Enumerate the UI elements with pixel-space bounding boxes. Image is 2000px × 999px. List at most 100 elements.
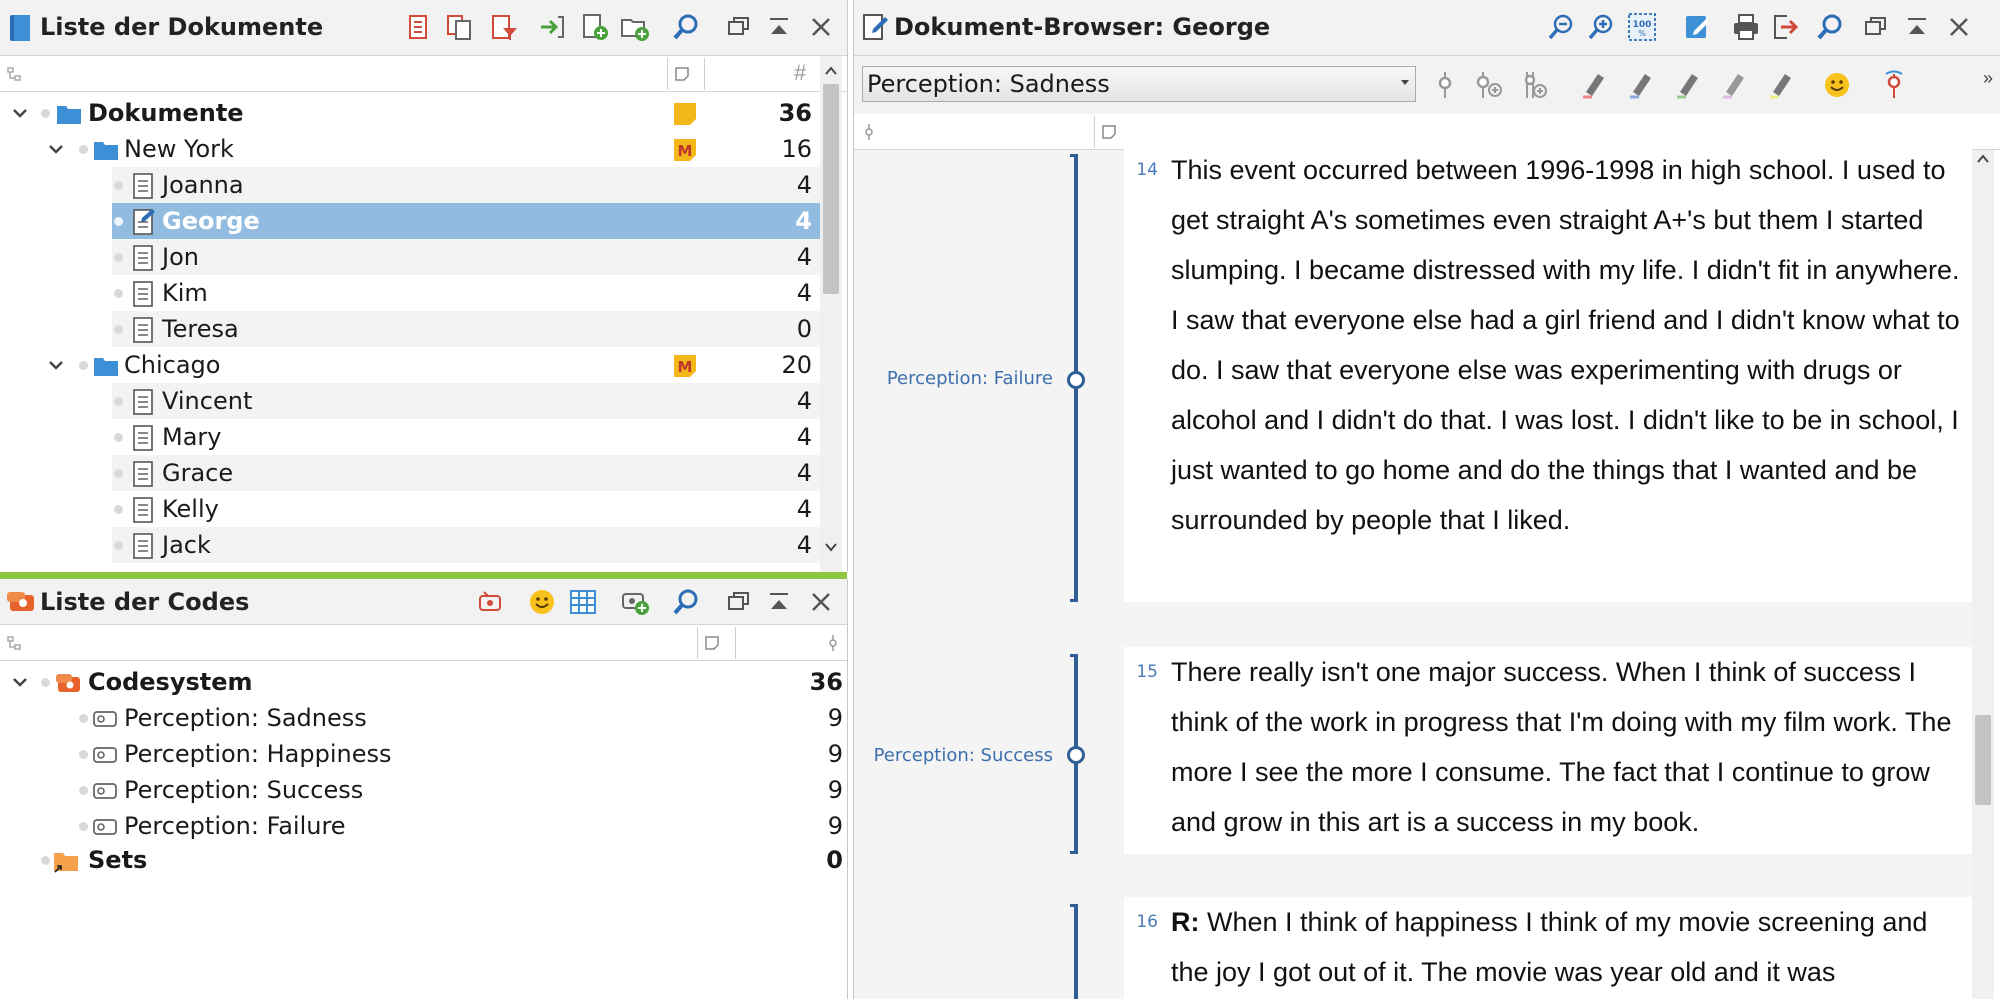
edit-mode-icon[interactable] [1682, 12, 1712, 42]
scroll-thumb[interactable] [823, 84, 839, 294]
tree-count: 4 [796, 243, 812, 271]
paragraph-16[interactable]: R: When I think of happiness I think of … [1124, 897, 1972, 999]
highlighter-magenta-icon[interactable] [1720, 70, 1750, 100]
maximize-icon[interactable] [764, 587, 794, 617]
emoticode-icon[interactable] [527, 587, 557, 617]
code-row[interactable]: Perception: Success 9 [0, 772, 847, 808]
code-icon[interactable] [1430, 70, 1460, 100]
highlighter-red-icon[interactable] [1580, 70, 1610, 100]
paragraph-14[interactable]: This event occurred between 1996-1998 in… [1124, 145, 1972, 602]
count-column-header[interactable]: # [794, 60, 806, 86]
code-row-sets[interactable]: Sets 0 [0, 842, 847, 878]
tree-icon[interactable] [6, 634, 24, 652]
tree-row-document-selected[interactable]: George 4 [112, 203, 820, 239]
memo-column-icon[interactable] [703, 634, 721, 652]
code-stripe-handle[interactable] [1067, 746, 1085, 764]
tree-label: Teresa [162, 315, 239, 343]
new-document-icon[interactable] [580, 12, 610, 42]
import-icon[interactable] [537, 12, 567, 42]
maximize-icon[interactable] [764, 12, 794, 42]
code-label: Codesystem [88, 668, 253, 696]
tree-row-document[interactable]: Grace 4 [112, 455, 820, 491]
close-icon[interactable] [806, 12, 836, 42]
emoticode-icon[interactable] [1822, 70, 1852, 100]
filter-docs-icon[interactable] [489, 12, 519, 42]
undock-icon[interactable] [724, 587, 754, 617]
tree-row-document[interactable]: Vincent 4 [112, 383, 820, 419]
chevron-down-icon[interactable] [46, 139, 66, 159]
in-vivo-code-icon[interactable] [1518, 70, 1548, 100]
code-count: 9 [827, 812, 843, 840]
memo-icon[interactable] [673, 102, 697, 126]
code-row[interactable]: Perception: Sadness 9 [0, 700, 847, 736]
close-icon[interactable] [1944, 12, 1974, 42]
tree-row-chicago[interactable]: Chicago M 20 [0, 347, 820, 383]
scroll-up-icon[interactable] [822, 62, 840, 80]
tree-icon[interactable] [6, 65, 24, 83]
code-stripe-handle[interactable] [1067, 371, 1085, 389]
tree-row-document[interactable]: Jon 4 [112, 239, 820, 275]
new-code-icon[interactable] [620, 587, 650, 617]
chevron-down-icon[interactable] [10, 103, 30, 123]
tree-row-document[interactable]: Mary 4 [112, 419, 820, 455]
undock-icon[interactable] [724, 12, 754, 42]
tree-row-document[interactable]: Teresa 0 [112, 311, 820, 347]
scroll-up-icon[interactable] [1974, 150, 1992, 168]
code-stripe-label[interactable]: Perception: Success [833, 745, 1053, 766]
coded-segments-column-icon[interactable] [824, 634, 842, 652]
remove-code-icon[interactable] [1879, 70, 1909, 100]
highlighter-green-icon[interactable] [1674, 70, 1704, 100]
code-stripe[interactable] [1070, 904, 1078, 999]
export-icon[interactable] [1770, 12, 1800, 42]
add-code-icon[interactable] [1473, 70, 1503, 100]
memo-column-icon[interactable] [1100, 123, 1118, 141]
zoom-in-icon[interactable] [1586, 12, 1616, 42]
tree-row-document[interactable]: Kelly 4 [112, 491, 820, 527]
tree-row-new-york[interactable]: New York M 16 [0, 131, 820, 167]
maximize-icon[interactable] [1902, 12, 1932, 42]
pane-splitter[interactable] [0, 572, 847, 579]
copy-docs-icon[interactable] [444, 12, 474, 42]
code-label: Sets [88, 846, 148, 874]
highlighter-yellow-icon[interactable] [1767, 70, 1797, 100]
tree-count: 4 [796, 387, 812, 415]
search-icon[interactable] [1815, 12, 1845, 42]
paragraph-15[interactable]: There really isn't one major success. Wh… [1124, 647, 1972, 854]
scroll-down-icon[interactable] [822, 538, 840, 556]
code-row-codesystem[interactable]: Codesystem 36 [0, 664, 847, 700]
undock-icon[interactable] [1861, 12, 1891, 42]
new-folder-icon[interactable] [620, 12, 650, 42]
code-matrix-icon[interactable] [568, 587, 598, 617]
toolbar-overflow[interactable]: » [1983, 68, 1993, 89]
code-label: Perception: Sadness [124, 704, 367, 732]
chevron-down-icon[interactable] [46, 355, 66, 375]
search-icon[interactable] [671, 587, 701, 617]
document-browser-scrollbar[interactable] [1972, 150, 1994, 999]
memo-column-icon[interactable] [673, 65, 691, 83]
search-icon[interactable] [671, 12, 701, 42]
tree-row-dokumente[interactable]: Dokumente 36 [0, 95, 820, 131]
highlighter-blue-icon[interactable] [1627, 70, 1657, 100]
tree-row-document[interactable]: Jack 4 [112, 527, 820, 563]
document-list-scrollbar[interactable] [820, 56, 842, 572]
zoom-100-icon[interactable]: 100% [1627, 12, 1657, 42]
code-row[interactable]: Perception: Happiness 9 [0, 736, 847, 772]
code-column-icon[interactable] [860, 123, 878, 141]
code-selector-value: Perception: Sadness [867, 70, 1110, 98]
activate-codes-icon[interactable] [475, 587, 505, 617]
print-icon[interactable] [1731, 12, 1761, 42]
tree-row-document[interactable]: Kim 4 [112, 275, 820, 311]
memo-m-icon[interactable]: M [673, 354, 697, 378]
tree-row-document[interactable]: Joanna 4 [112, 167, 820, 203]
document-list-titlebar: Liste der Dokumente [0, 0, 847, 56]
chevron-down-icon[interactable] [10, 672, 30, 692]
code-selector-dropdown[interactable]: Perception: Sadness [862, 66, 1416, 102]
zoom-out-icon[interactable] [1546, 12, 1576, 42]
code-stripe-label[interactable]: Perception: Failure [833, 368, 1053, 389]
activate-docs-icon[interactable] [405, 12, 435, 42]
scroll-thumb[interactable] [1975, 715, 1991, 805]
code-system-icon [6, 587, 36, 617]
close-icon[interactable] [806, 587, 836, 617]
code-row[interactable]: Perception: Failure 9 [0, 808, 847, 844]
memo-m-icon[interactable]: M [673, 138, 697, 162]
